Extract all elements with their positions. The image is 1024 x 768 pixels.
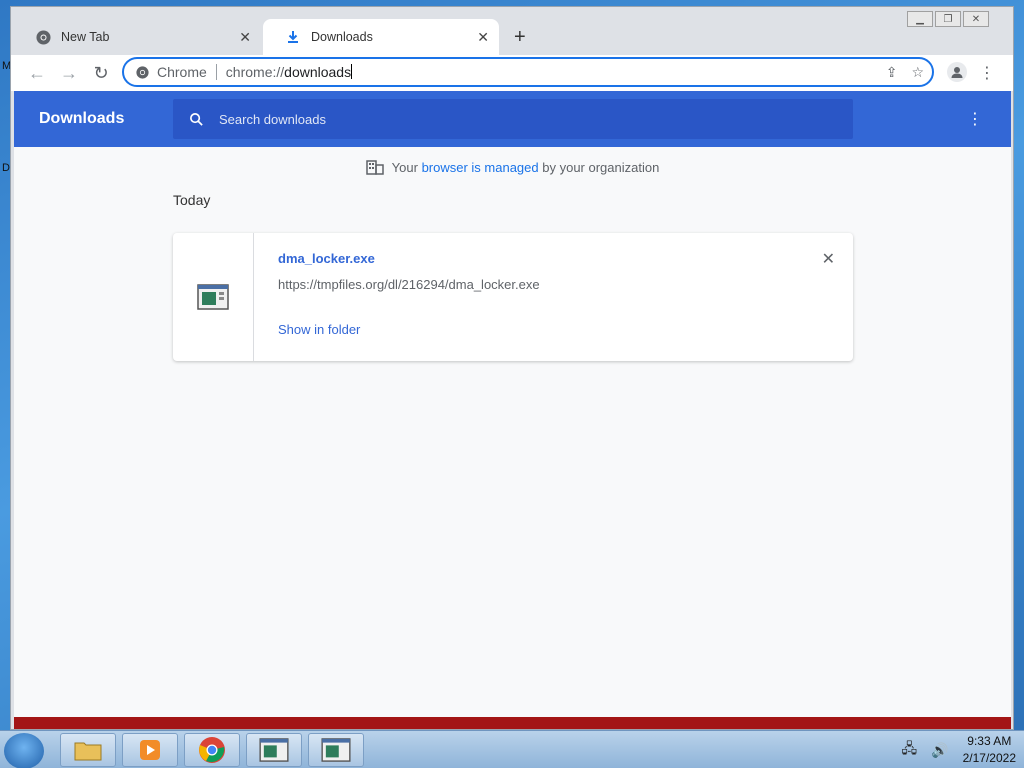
close-tab-icon[interactable]: ✕	[477, 29, 489, 46]
browser-menu-icon[interactable]: ⋮	[979, 63, 995, 83]
chrome-icon	[35, 29, 51, 45]
clock-date: 2/17/2022	[962, 751, 1016, 765]
download-source-url[interactable]: https://tmpfiles.org/dl/216294/dma_locke…	[278, 277, 540, 292]
date-section-heading: Today	[173, 192, 211, 208]
url-host: downloads	[284, 64, 352, 80]
network-icon[interactable]: 🖧	[902, 738, 918, 762]
omnibox-divider	[215, 64, 217, 80]
executable-file-icon	[321, 738, 351, 762]
start-button[interactable]	[4, 733, 44, 768]
managed-link[interactable]: browser is managed	[422, 160, 539, 175]
executable-file-icon	[197, 284, 229, 310]
desktop-icon-label[interactable]: D	[2, 162, 10, 174]
managed-notice: Your browser is managed by your organiza…	[14, 159, 1011, 175]
tab-strip: New Tab ✕ Downloads ✕ +	[11, 19, 1013, 55]
back-button[interactable]: ←	[25, 61, 49, 85]
downloads-header: Downloads Search downloads ⋮	[14, 91, 1011, 147]
chrome-icon	[199, 737, 225, 763]
bookmark-star-icon[interactable]: ☆	[911, 64, 924, 81]
taskbar-app-window[interactable]	[308, 733, 364, 767]
forward-button[interactable]: →	[57, 61, 81, 85]
profile-avatar-icon[interactable]	[947, 62, 967, 82]
taskbar-media-player[interactable]	[122, 733, 178, 767]
clock-time: 9:33 AM	[967, 734, 1012, 748]
volume-icon[interactable]: 🔊	[931, 742, 948, 759]
site-chip[interactable]: Chrome	[124, 64, 207, 80]
download-icon	[285, 29, 301, 45]
search-input[interactable]: Search downloads	[219, 112, 326, 127]
downloads-menu-icon[interactable]: ⋮	[967, 109, 983, 129]
clock[interactable]: 9:33 AM 2/17/2022	[963, 733, 1016, 767]
tab-label: Downloads	[311, 30, 373, 44]
status-strip	[14, 717, 1011, 729]
search-icon	[187, 110, 205, 128]
browser-window: ▁ ❐ ✕ New Tab ✕ Downloads ✕ + ← → ↻ Chro…	[10, 6, 1014, 730]
tab-label: New Tab	[61, 30, 110, 44]
managed-suffix: by your organization	[542, 159, 660, 175]
taskbar-app-window[interactable]	[246, 733, 302, 767]
search-box[interactable]: Search downloads	[173, 99, 853, 139]
close-tab-icon[interactable]: ✕	[239, 29, 251, 46]
reload-button[interactable]: ↻	[89, 61, 113, 85]
new-tab-button[interactable]: +	[514, 26, 526, 49]
folder-icon	[74, 742, 102, 761]
media-player-icon	[140, 740, 160, 760]
address-input[interactable]: chrome://downloads	[225, 64, 353, 80]
managed-prefix: Your	[391, 159, 418, 175]
download-item-card: dma_locker.exe https://tmpfiles.org/dl/2…	[173, 233, 853, 361]
chrome-icon	[136, 65, 149, 79]
taskbar: 🖧 🔊 9:33 AM 2/17/2022	[0, 730, 1024, 768]
file-icon-column	[173, 233, 254, 361]
url-scheme: chrome://	[225, 64, 285, 80]
tab-downloads[interactable]: Downloads ✕	[263, 19, 499, 55]
share-icon[interactable]: ⇪	[886, 64, 898, 81]
page-title: Downloads	[39, 110, 125, 127]
text-caret	[351, 64, 353, 79]
system-tray: 🖧 🔊 9:33 AM 2/17/2022	[902, 733, 1016, 767]
building-icon	[365, 160, 384, 175]
address-bar[interactable]: Chrome chrome://downloads ⇪ ☆	[122, 57, 934, 87]
taskbar-explorer[interactable]	[60, 733, 116, 767]
downloads-page: Downloads Search downloads ⋮ Your browse…	[14, 91, 1011, 717]
taskbar-chrome[interactable]	[184, 733, 240, 767]
show-in-folder-link[interactable]: Show in folder	[278, 322, 360, 337]
browser-toolbar: ← → ↻ Chrome chrome://downloads ⇪ ☆ ⋮	[11, 55, 1013, 91]
tab-new-tab[interactable]: New Tab ✕	[13, 19, 261, 55]
remove-download-icon[interactable]: ✕	[822, 249, 835, 269]
omnibox-actions: ⇪ ☆	[886, 64, 924, 81]
download-filename-link[interactable]: dma_locker.exe	[278, 251, 375, 266]
site-chip-label: Chrome	[157, 64, 207, 80]
executable-file-icon	[259, 738, 289, 762]
